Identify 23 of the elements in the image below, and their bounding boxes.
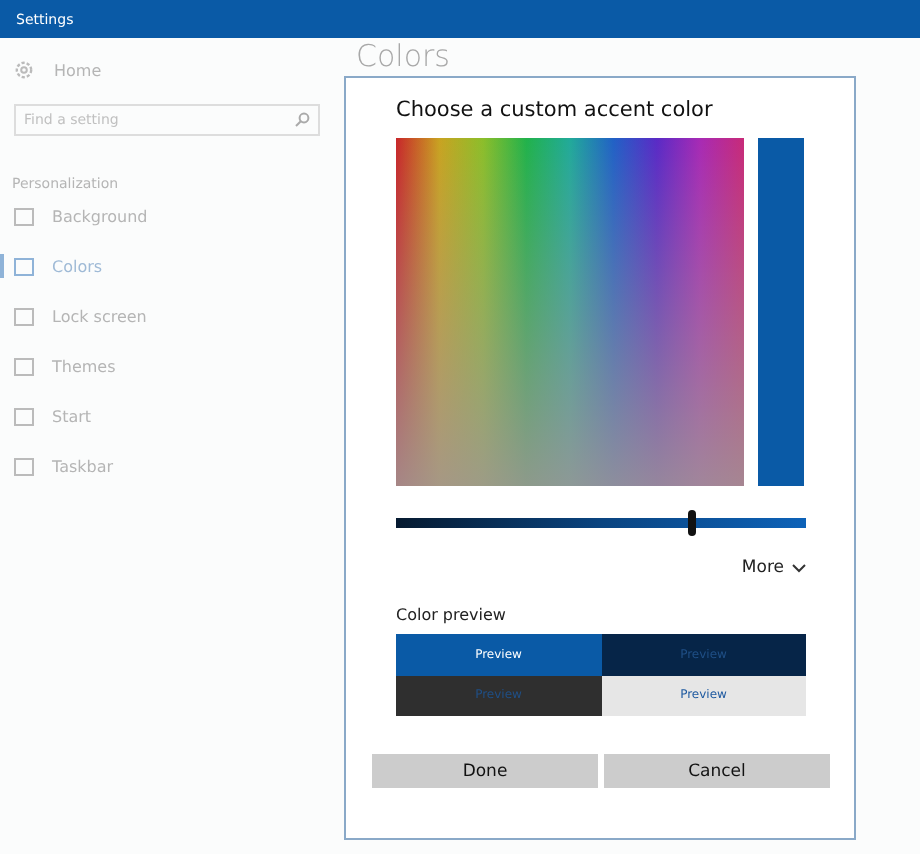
sidebar-item[interactable]: Lock screen — [14, 292, 324, 342]
sidebar-item[interactable]: Start — [14, 392, 324, 442]
color-spectrum[interactable] — [396, 138, 744, 486]
dialog-title: Choose a custom accent color — [396, 98, 715, 122]
preview-label: Color preview — [396, 606, 508, 624]
nav-icon — [14, 408, 34, 426]
sidebar-item[interactable]: Taskbar — [14, 442, 324, 492]
nav-icon — [14, 208, 34, 226]
page-heading: Colors — [356, 42, 450, 72]
nav-icon — [14, 258, 34, 276]
dialog-button[interactable]: Done — [372, 754, 598, 788]
sidebar-item[interactable]: Background — [14, 192, 324, 242]
search-icon — [294, 112, 310, 128]
dialog-button[interactable]: Cancel — [604, 754, 830, 788]
sidebar-item[interactable]: Themes — [14, 342, 324, 392]
nav-icon — [14, 458, 34, 476]
chevron-icon — [792, 563, 806, 573]
gear-icon — [14, 60, 34, 80]
slider-thumb[interactable] — [687, 510, 696, 536]
nav-icon — [14, 358, 34, 376]
more-button[interactable]: More — [741, 558, 806, 578]
nav-icon — [14, 308, 34, 326]
home-link[interactable]: Home — [14, 54, 324, 86]
